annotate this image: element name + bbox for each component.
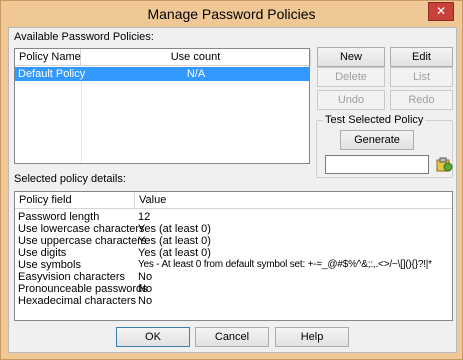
detail-row: Use lowercase characters Yes (at least 0… [15,223,452,235]
column-policy-field[interactable]: Policy field [15,192,135,209]
column-policy-name[interactable]: Policy Name [15,49,81,66]
close-icon: ✕ [435,4,447,18]
policies-list-header: Policy Name Use count [15,49,311,66]
policy-row-default[interactable]: Default Policy N/A [15,67,309,81]
title-bar[interactable]: Manage Password Policies ✕ [1,1,462,27]
detail-value: No [138,271,153,283]
column-value[interactable]: Value [135,192,454,209]
detail-field: Easyvision characters [18,271,125,283]
detail-row: Password length 12 [15,211,452,223]
detail-value: No [138,295,153,307]
close-button[interactable]: ✕ [428,2,454,21]
detail-row: Use uppercase characters Yes (at least 0… [15,235,452,247]
policies-list[interactable]: Policy Name Use count Default Policy N/A [14,48,311,164]
detail-field: Hexadecimal characters [18,295,136,307]
policy-details-label: Selected policy details: [14,173,126,185]
window-title: Manage Password Policies [147,6,316,22]
generate-button[interactable]: Generate [340,130,414,150]
detail-row: Easyvision characters No [15,271,452,283]
detail-value: 12 [138,211,151,223]
test-policy-group-label: Test Selected Policy [323,114,426,126]
column-use-count[interactable]: Use count [81,49,311,66]
detail-row: Hexadecimal characters No [15,295,452,307]
ok-button[interactable]: OK [116,327,190,347]
copy-to-clipboard-button[interactable] [433,154,455,174]
detail-value: Yes (at least 0) [138,235,211,247]
test-policy-group: Test Selected Policy Generate [316,114,455,178]
help-button[interactable]: Help [275,327,349,347]
column-divider [81,81,82,163]
detail-row: Pronounceable passwords No [15,283,452,295]
list-button[interactable]: List [390,67,453,87]
detail-value: Yes - At least 0 from default symbol set… [138,259,432,270]
redo-button[interactable]: Redo [390,90,453,110]
policy-name-cell: Default Policy [18,68,86,80]
dialog-body: Available Password Policies: Policy Name… [8,27,457,353]
undo-button[interactable]: Undo [317,90,385,110]
clipboard-icon [436,157,453,172]
new-button[interactable]: New [317,47,385,67]
edit-button[interactable]: Edit [390,47,453,67]
detail-field: Use uppercase characters [18,235,147,247]
cancel-button[interactable]: Cancel [195,327,269,347]
detail-field: Use digits [18,247,67,259]
generated-password-field[interactable] [325,155,429,174]
detail-field: Pronounceable passwords [18,283,148,295]
delete-button[interactable]: Delete [317,67,385,87]
detail-row: Use digits Yes (at least 0) [15,247,452,259]
available-policies-label: Available Password Policies: [14,31,154,43]
use-count-cell: N/A [186,68,206,80]
detail-value: Yes (at least 0) [138,247,211,259]
policy-details-list[interactable]: Policy field Value Password length 12 Us… [14,191,453,321]
detail-field: Use symbols [18,259,81,271]
detail-row: Use symbols Yes - At least 0 from defaul… [15,259,452,271]
detail-field: Password length [18,211,100,223]
detail-field: Use lowercase characters [18,223,145,235]
detail-value: Yes (at least 0) [138,223,211,235]
manage-password-policies-dialog: Manage Password Policies ✕ Available Pas… [0,0,463,360]
detail-value: No [138,283,153,295]
details-list-header: Policy field Value [15,192,452,209]
